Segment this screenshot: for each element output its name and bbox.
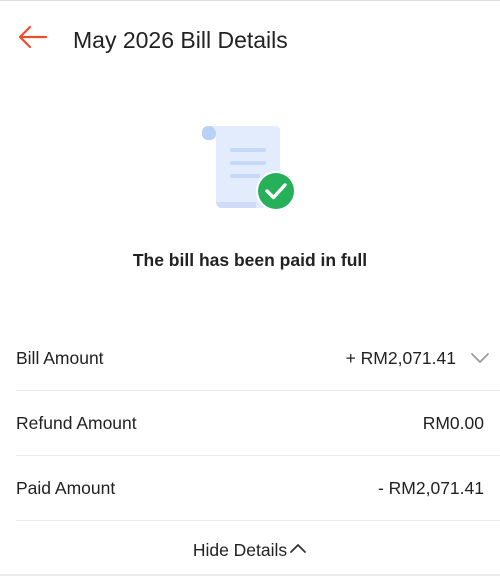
bill-paid-check-icon (196, 124, 302, 216)
paid-amount-label: Paid Amount (16, 478, 116, 498)
arrow-left-icon (16, 25, 48, 54)
bill-amount-row[interactable]: Bill Amount + RM2,071.41 (16, 326, 500, 391)
chevron-up-icon (289, 534, 307, 553)
back-button[interactable] (12, 21, 52, 57)
header-bar: May 2026 Bill Details (0, 1, 500, 77)
bill-amount-label: Bill Amount (16, 348, 104, 368)
bill-details-list: Bill Amount + RM2,071.41 Refund Amount R… (0, 326, 500, 521)
chevron-down-icon[interactable] (470, 350, 490, 366)
hide-details-button[interactable]: Hide Details (0, 534, 500, 564)
paid-amount-value: - RM2,071.41 (377, 478, 484, 498)
bill-amount-value: + RM2,071.41 (345, 348, 456, 368)
refund-amount-value: RM0.00 (422, 413, 484, 433)
refund-amount-row: Refund Amount RM0.00 (16, 391, 500, 456)
refund-amount-label: Refund Amount (16, 413, 137, 433)
payment-status-message: The bill has been paid in full (132, 250, 368, 270)
paid-amount-row: Paid Amount - RM2,071.41 (16, 456, 500, 521)
hide-details-label: Hide Details (192, 540, 288, 560)
page-title: May 2026 Bill Details (73, 27, 288, 53)
